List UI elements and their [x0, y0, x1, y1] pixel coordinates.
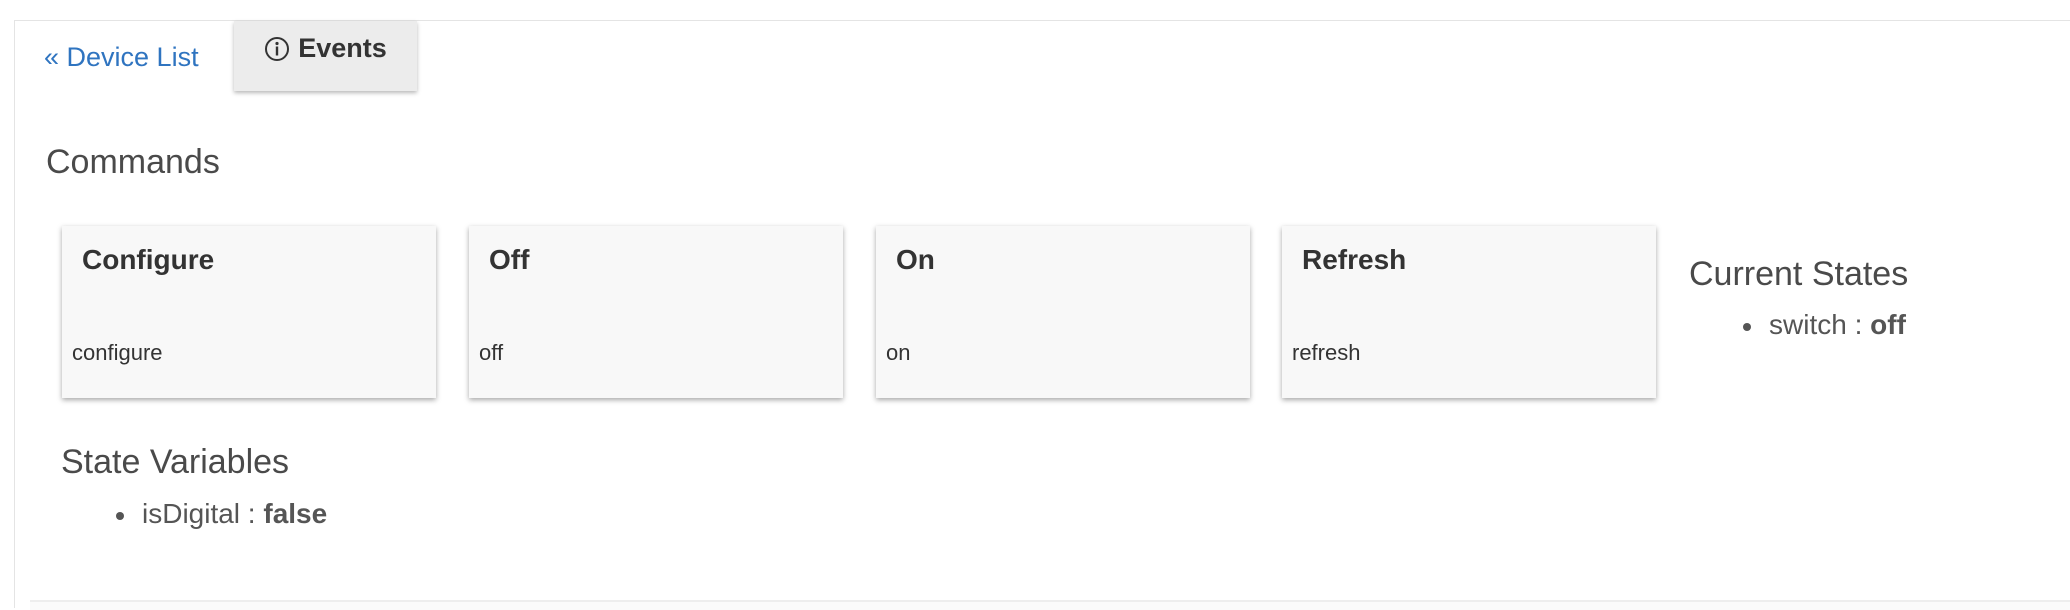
section-divider — [30, 600, 2070, 610]
list-item: switch : off — [1743, 309, 1906, 341]
events-button[interactable]: Events — [234, 21, 417, 91]
variable-name: isDigital — [142, 498, 241, 529]
command-card-off[interactable]: Off off — [469, 226, 843, 398]
command-card-refresh[interactable]: Refresh refresh — [1282, 226, 1656, 398]
state-value: off — [1870, 309, 1906, 340]
variable-value: false — [263, 498, 328, 529]
state-variables-list: isDigital : false — [116, 498, 327, 530]
commands-heading: Commands — [46, 143, 220, 181]
command-title: Refresh — [1302, 244, 1407, 275]
command-name: off — [479, 340, 504, 365]
state-separator: : — [1846, 309, 1871, 340]
command-title: Configure — [82, 244, 215, 275]
current-states-list: switch : off — [1743, 309, 1906, 341]
command-card-on[interactable]: On on — [876, 226, 1250, 398]
state-variables-heading: State Variables — [61, 443, 290, 481]
command-name: refresh — [1292, 340, 1361, 365]
command-name: configure — [72, 340, 163, 365]
command-title: Off — [489, 244, 530, 275]
device-list-link[interactable]: « Device List — [44, 42, 199, 73]
variable-separator: : — [240, 498, 264, 529]
current-states-heading: Current States — [1689, 255, 1909, 293]
command-card-configure[interactable]: Configure configure — [62, 226, 436, 398]
events-button-label: Events — [298, 33, 387, 63]
command-title: On — [896, 244, 935, 275]
state-name: switch — [1769, 309, 1847, 340]
info-circle-icon — [264, 36, 290, 62]
command-name: on — [886, 340, 911, 365]
list-item: isDigital : false — [116, 498, 327, 530]
